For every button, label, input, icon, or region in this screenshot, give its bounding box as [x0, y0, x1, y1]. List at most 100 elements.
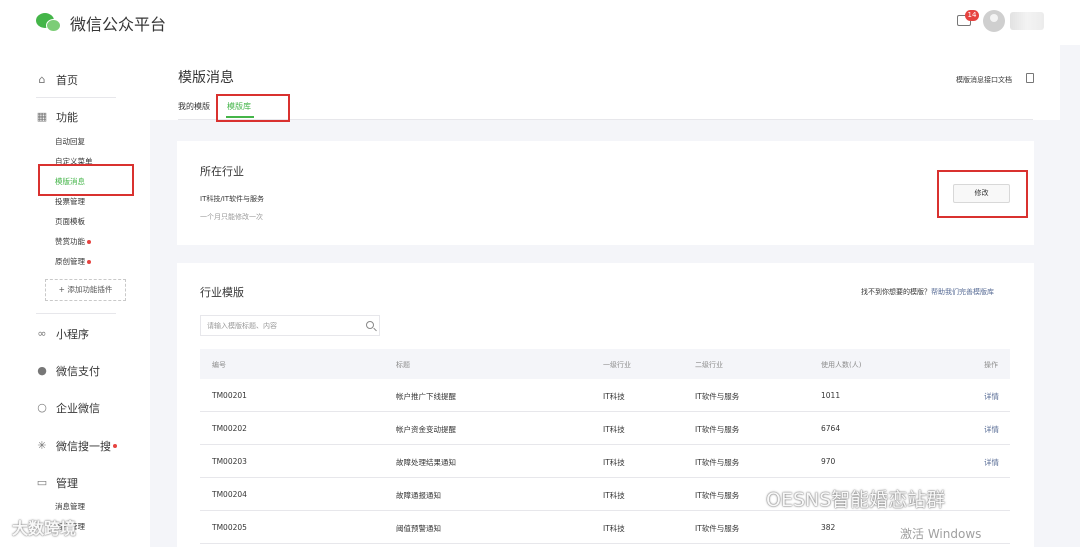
cell-industry-1: IT科技 — [603, 425, 625, 434]
watermark-left: 大数跨境 — [12, 519, 77, 538]
cell-industry-1: IT科技 — [603, 491, 625, 500]
cell-count: 1011 — [821, 391, 841, 400]
sidebar-item-original[interactable]: 原创管理 — [55, 256, 91, 267]
cell-id: TM00204 — [212, 490, 247, 499]
document-icon[interactable] — [1026, 73, 1034, 83]
cell-count: 6764 — [821, 424, 841, 433]
chat-bubble-icon: ○ — [37, 401, 47, 414]
table-row: TM00203 故障处理结果通知 IT科技 IT软件与服务 970 详情 — [200, 445, 1010, 478]
templates-title: 行业模版 — [200, 286, 244, 299]
table-row: TM00205 阈值预警通知 IT科技 IT软件与服务 382 — [200, 511, 1010, 544]
highlight-box-modify — [937, 170, 1028, 218]
cell-id: TM00203 — [212, 457, 247, 466]
cell-industry-2: IT软件与服务 — [695, 392, 740, 401]
sidebar-item-label: 功能 — [56, 111, 78, 124]
avatar[interactable] — [983, 10, 1005, 32]
search-box[interactable]: 请输入模版标题、内容 — [200, 315, 380, 336]
divider — [36, 313, 116, 314]
cell-industry-2: IT软件与服务 — [695, 425, 740, 434]
username-blurred[interactable] — [1010, 12, 1044, 30]
pay-icon: ● — [37, 364, 47, 377]
watermark-right: OESNS智能婚恋站群 — [766, 489, 946, 511]
sparkle-icon: ✳ — [37, 439, 47, 452]
home-icon: ⌂ — [38, 73, 46, 86]
column-header: 编号 — [212, 361, 226, 369]
cell-count: 382 — [821, 523, 836, 532]
industry-title: 所在行业 — [200, 165, 244, 178]
link-icon: ∞ — [37, 327, 47, 340]
sidebar-item-features[interactable]: ▦ 功能 — [36, 109, 78, 125]
templates-help: 找不到你想要的模版？帮助我们完善模版库 — [861, 287, 994, 297]
highlight-box-sidebar — [38, 164, 134, 196]
grid-icon: ▦ — [36, 110, 48, 123]
sidebar-item-miniprogram[interactable]: ∞ 小程序 — [36, 326, 89, 342]
sidebar-item-message-manage[interactable]: 消息管理 — [55, 501, 85, 512]
cell-id: TM00202 — [212, 424, 247, 433]
column-header: 一级行业 — [603, 361, 631, 369]
doc-link[interactable]: 模版消息接口文档 — [956, 75, 1012, 85]
sidebar-item-label: 首页 — [56, 74, 78, 87]
detail-link[interactable]: 详情 — [984, 391, 999, 402]
column-header: 使用人数(人) — [821, 361, 862, 369]
sidebar-item-auto-reply[interactable]: 自动回复 — [55, 136, 85, 147]
tab-divider — [178, 119, 1033, 120]
cell-industry-2: IT软件与服务 — [695, 491, 740, 500]
column-header: 标题 — [396, 361, 410, 369]
table-header: 编号 标题 一级行业 二级行业 使用人数(人) 操作 — [200, 349, 1010, 379]
wechat-logo-icon — [36, 13, 62, 33]
page-title: 模版消息 — [178, 70, 234, 86]
industry-note: 一个月只能修改一次 — [200, 213, 263, 221]
sidebar-item-label: 赞赏功能 — [55, 237, 85, 246]
wechat-logo[interactable]: 微信公众平台 — [36, 11, 166, 35]
cell-industry-2: IT软件与服务 — [695, 458, 740, 467]
tab-my-templates[interactable]: 我的模版 — [178, 101, 210, 112]
highlight-box-tab — [216, 94, 290, 122]
new-dot — [87, 240, 91, 244]
plus-icon: + — [58, 285, 65, 294]
sidebar-item-work-wechat[interactable]: ○ 企业微信 — [36, 400, 100, 416]
cell-title: 故障处理结果通知 — [396, 458, 456, 467]
cell-industry-2: IT软件与服务 — [695, 524, 740, 533]
sidebar-item-manage[interactable]: ▭ 管理 — [36, 475, 78, 491]
detail-link[interactable]: 详情 — [984, 457, 999, 468]
cell-industry-1: IT科技 — [603, 458, 625, 467]
monitor-icon: ▭ — [36, 476, 48, 489]
top-bar: 微信公众平台 14 — [0, 0, 1080, 45]
sidebar-item-reward[interactable]: 赞赏功能 — [55, 236, 91, 247]
sidebar-item-wechat-pay[interactable]: ● 微信支付 — [36, 363, 100, 379]
cell-title: 帐户资金变动提醒 — [396, 425, 456, 434]
sidebar-item-search[interactable]: ✳ 微信搜一搜 — [36, 438, 117, 454]
unread-badge: 14 — [965, 10, 979, 21]
app-title: 微信公众平台 — [70, 15, 167, 34]
sidebar-item-home[interactable]: ⌂ 首页 — [36, 72, 79, 88]
search-icon[interactable] — [366, 321, 374, 329]
table-row: TM00201 帐户推广下线提醒 IT科技 IT软件与服务 1011 详情 — [200, 379, 1010, 412]
sidebar-item-label: 小程序 — [56, 328, 89, 341]
add-plugin-label: 添加功能插件 — [67, 285, 113, 294]
cell-count: 970 — [821, 457, 836, 466]
cell-id: TM00201 — [212, 391, 247, 400]
help-prefix: 找不到你想要的模版？ — [861, 288, 931, 296]
column-header: 二级行业 — [695, 361, 723, 369]
sidebar-item-vote[interactable]: 投票管理 — [55, 196, 85, 207]
industry-value: IT科技/IT软件与服务 — [200, 195, 265, 203]
sidebar-item-label: 管理 — [56, 477, 78, 490]
sidebar-item-label: 原创管理 — [55, 257, 85, 266]
add-plugin-button[interactable]: + 添加功能插件 — [45, 279, 126, 301]
cell-title: 阈值预警通知 — [396, 524, 441, 533]
cell-industry-1: IT科技 — [603, 392, 625, 401]
cell-id: TM00205 — [212, 523, 247, 532]
column-header: 操作 — [984, 361, 998, 369]
cell-title: 帐户推广下线提醒 — [396, 392, 456, 401]
detail-link[interactable]: 详情 — [984, 424, 999, 435]
sidebar-item-label: 企业微信 — [56, 402, 100, 415]
windows-activation-watermark: 激活 Windows — [900, 527, 982, 541]
sidebar-item-page-template[interactable]: 页面模板 — [55, 216, 85, 227]
cell-title: 故障通报通知 — [396, 491, 441, 500]
search-input[interactable]: 请输入模版标题、内容 — [207, 321, 277, 331]
help-link[interactable]: 帮助我们完善模版库 — [931, 288, 994, 296]
new-dot — [113, 444, 117, 448]
sidebar-item-label: 微信搜一搜 — [56, 440, 111, 453]
new-dot — [87, 260, 91, 264]
divider — [36, 97, 116, 98]
